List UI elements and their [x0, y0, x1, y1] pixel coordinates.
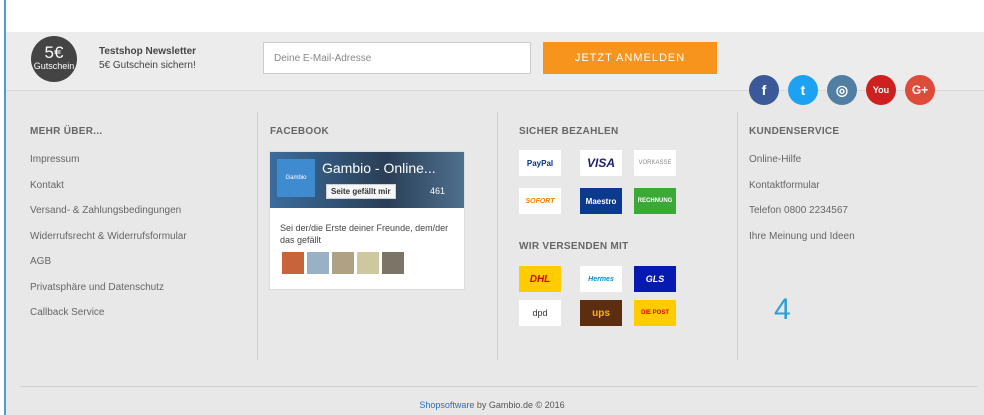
footer-link-versand[interactable]: Versand- & Zahlungsbedingungen [30, 198, 187, 224]
avatar[interactable] [282, 252, 304, 274]
column-divider [737, 112, 738, 360]
facebook-page-title[interactable]: Gambio - Online... [322, 160, 436, 176]
column-heading: FACEBOOK [270, 126, 330, 137]
avatar[interactable] [332, 252, 354, 274]
dhl-badge: DHL [519, 266, 561, 292]
gambio-logo: Gambio [277, 159, 315, 197]
avatar[interactable] [357, 252, 379, 274]
column-divider [497, 112, 498, 360]
shopsoftware-link[interactable]: Shopsoftware [419, 400, 474, 410]
subscribe-button[interactable]: JETZT ANMELDEN [543, 42, 717, 74]
social-links: f t ◎ You G+ [749, 75, 935, 105]
column-payment: SICHER BEZAHLEN WIR VERSENDEN MIT [519, 126, 628, 252]
dpd-badge: dpd [519, 300, 561, 326]
voucher-amount: 5€ [44, 43, 64, 62]
column-heading: MEHR ÜBER... [30, 126, 103, 137]
facebook-friends-text: Sei der/die Erste deiner Freunde, dem/de… [280, 223, 449, 245]
newsletter-title: Testshop Newsletter [99, 46, 197, 57]
copyright: Shopsoftware by Gambio.de © 2016 [0, 400, 984, 410]
column-mehr: MEHR ÜBER... Impressum Kontakt Versand- … [30, 126, 187, 326]
footer-link-agb[interactable]: AGB [30, 249, 187, 275]
footer-link-online-hilfe[interactable]: Online-Hilfe [749, 147, 855, 173]
rechnung-badge: RECHNUNG [634, 188, 676, 214]
facebook-friend-avatars [282, 252, 404, 274]
footer-link-kontaktformular[interactable]: Kontaktformular [749, 173, 855, 199]
voucher-badge: 5€ Gutschein [31, 36, 77, 82]
column-heading: KUNDENSERVICE [749, 126, 840, 137]
facebook-like-button[interactable]: Seite gefällt mir [326, 184, 396, 199]
deutsche-post-badge: DIE POST [634, 300, 676, 326]
footer-link-callback[interactable]: Callback Service [30, 300, 187, 326]
facebook-widget[interactable]: Gambio Gambio - Online... Seite gefällt … [269, 151, 465, 290]
column-service: KUNDENSERVICE Online-Hilfe Kontaktformul… [749, 126, 855, 249]
google-plus-icon[interactable]: G+ [905, 75, 935, 105]
voucher-label: Gutschein [33, 61, 75, 71]
vorkasse-badge: VORKASSE [634, 150, 676, 176]
copyright-text: by Gambio.de © 2016 [474, 400, 565, 410]
paypal-badge: PayPal [519, 150, 561, 176]
gls-badge: GLS [634, 266, 676, 292]
facebook-icon[interactable]: f [749, 75, 779, 105]
facebook-like-count: 461 [430, 186, 446, 196]
column-heading: SICHER BEZAHLEN [519, 126, 619, 137]
footer-link-kontakt[interactable]: Kontakt [30, 173, 187, 199]
column-divider [257, 112, 258, 360]
facebook-cover: Gambio Gambio - Online... Seite gefällt … [270, 152, 464, 208]
footer-link-widerruf[interactable]: Widerrufsrecht & Widerrufsformular [30, 224, 187, 250]
footer-link-feedback[interactable]: Ihre Meinung und Ideen [749, 224, 855, 250]
visa-badge: VISA [580, 150, 622, 176]
twitter-icon[interactable]: t [788, 75, 818, 105]
annotation-number: 4 [774, 293, 791, 326]
youtube-icon[interactable]: You [866, 75, 896, 105]
sofort-badge: SOFORT [519, 188, 561, 214]
newsletter-email-input[interactable] [263, 42, 531, 74]
shipping-heading: WIR VERSENDEN MIT [519, 241, 629, 252]
footer-link-privacy[interactable]: Privatsphäre und Datenschutz [30, 275, 187, 301]
avatar[interactable] [382, 252, 404, 274]
instagram-icon[interactable]: ◎ [827, 75, 857, 105]
column-facebook: FACEBOOK [270, 126, 329, 137]
footer-phone[interactable]: Telefon 0800 2234567 [749, 198, 855, 224]
ups-badge: ups [580, 300, 622, 326]
hermes-badge: Hermes [580, 266, 622, 292]
footer-divider [20, 386, 978, 387]
facebook-like-label: Seite gefällt mir [331, 187, 391, 196]
newsletter-subtitle: 5€ Gutschein sichern! [99, 60, 196, 71]
footer-link-impressum[interactable]: Impressum [30, 147, 187, 173]
newsletter-text: Testshop Newsletter 5€ Gutschein sichern… [99, 45, 196, 73]
maestro-badge: Maestro [580, 188, 622, 214]
avatar[interactable] [307, 252, 329, 274]
